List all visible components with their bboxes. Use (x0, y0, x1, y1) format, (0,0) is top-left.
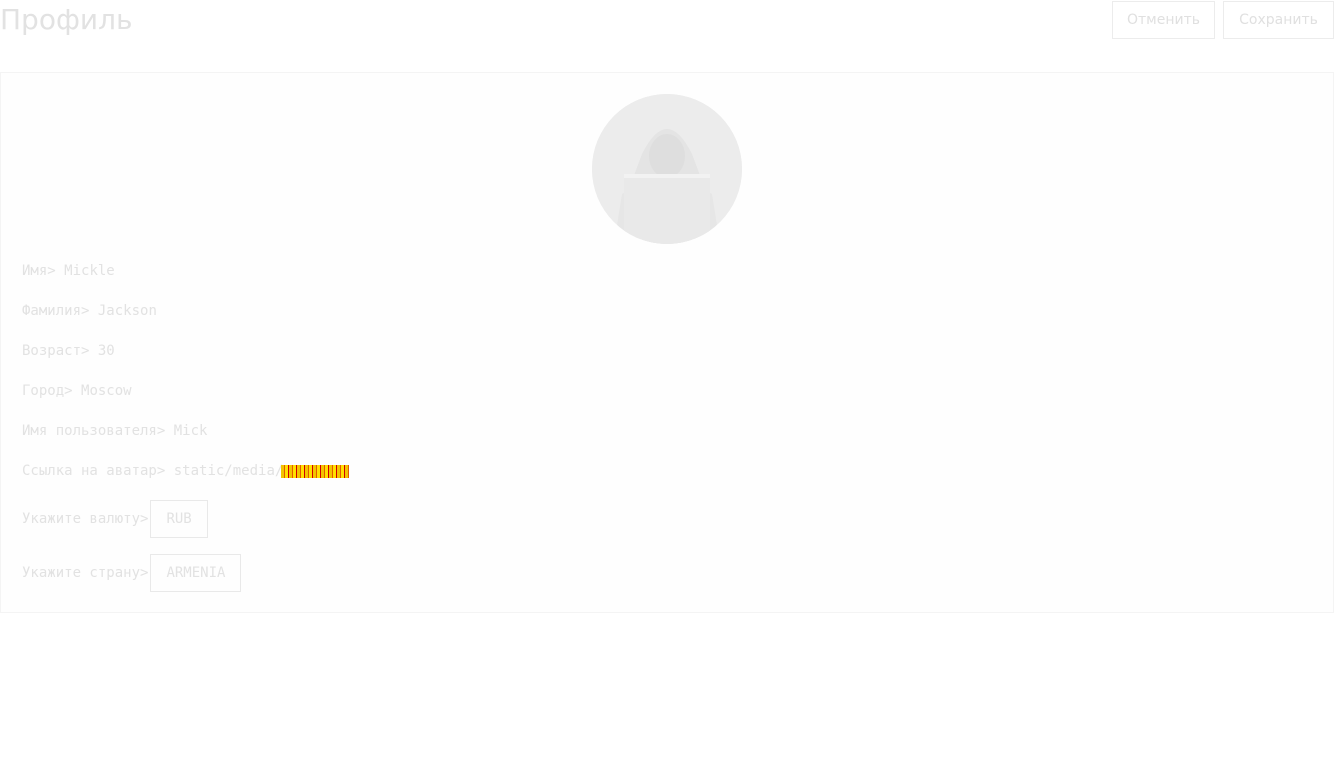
hooded-figure-avatar-icon (592, 94, 742, 244)
age-label: Возраст> (22, 343, 90, 359)
first-name-value: Mickle (64, 263, 115, 279)
country-label: Укажите страну> (22, 565, 149, 581)
username-value: Mick (173, 423, 208, 439)
city-row: Город> Moscow (22, 381, 132, 401)
redacted-filename-mark (281, 464, 350, 478)
city-value: Moscow (81, 383, 132, 399)
page-header: Профиль Отменить Сохранить (0, 0, 1334, 40)
country-row: Укажите страну> ARMENIA (22, 554, 242, 592)
username-row: Имя пользователя> Mick (22, 421, 207, 441)
profile-card: Имя> Mickle Фамилия> Jackson Возраст> 30… (0, 72, 1334, 613)
city-label: Город> (22, 383, 73, 399)
username-label: Имя пользователя> (22, 423, 166, 439)
avatar-link-row: Ссылка на аватар> static/media/ (22, 461, 350, 481)
last-name-row: Фамилия> Jackson (22, 301, 157, 321)
save-button[interactable]: Сохранить (1223, 1, 1334, 39)
last-name-value: Jackson (97, 303, 157, 319)
avatar (592, 94, 742, 244)
age-value: 30 (97, 343, 115, 359)
country-select[interactable]: ARMENIA (150, 554, 242, 592)
age-row: Возраст> 30 (22, 341, 115, 361)
currency-row: Укажите валюту> RUB (22, 500, 208, 538)
cancel-button[interactable]: Отменить (1112, 1, 1215, 39)
currency-select[interactable]: RUB (150, 500, 208, 538)
currency-label: Укажите валюту> (22, 511, 149, 527)
avatar-link-label: Ссылка на аватар> (22, 463, 166, 479)
profile-page: Профиль Отменить Сохранить Имя> Mickle Ф… (0, 0, 1334, 768)
last-name-label: Фамилия> (22, 303, 90, 319)
first-name-row: Имя> Mickle (22, 261, 115, 281)
page-title: Профиль (0, 3, 133, 36)
first-name-label: Имя> (22, 263, 56, 279)
avatar-link-value: static/media/ (173, 463, 284, 479)
